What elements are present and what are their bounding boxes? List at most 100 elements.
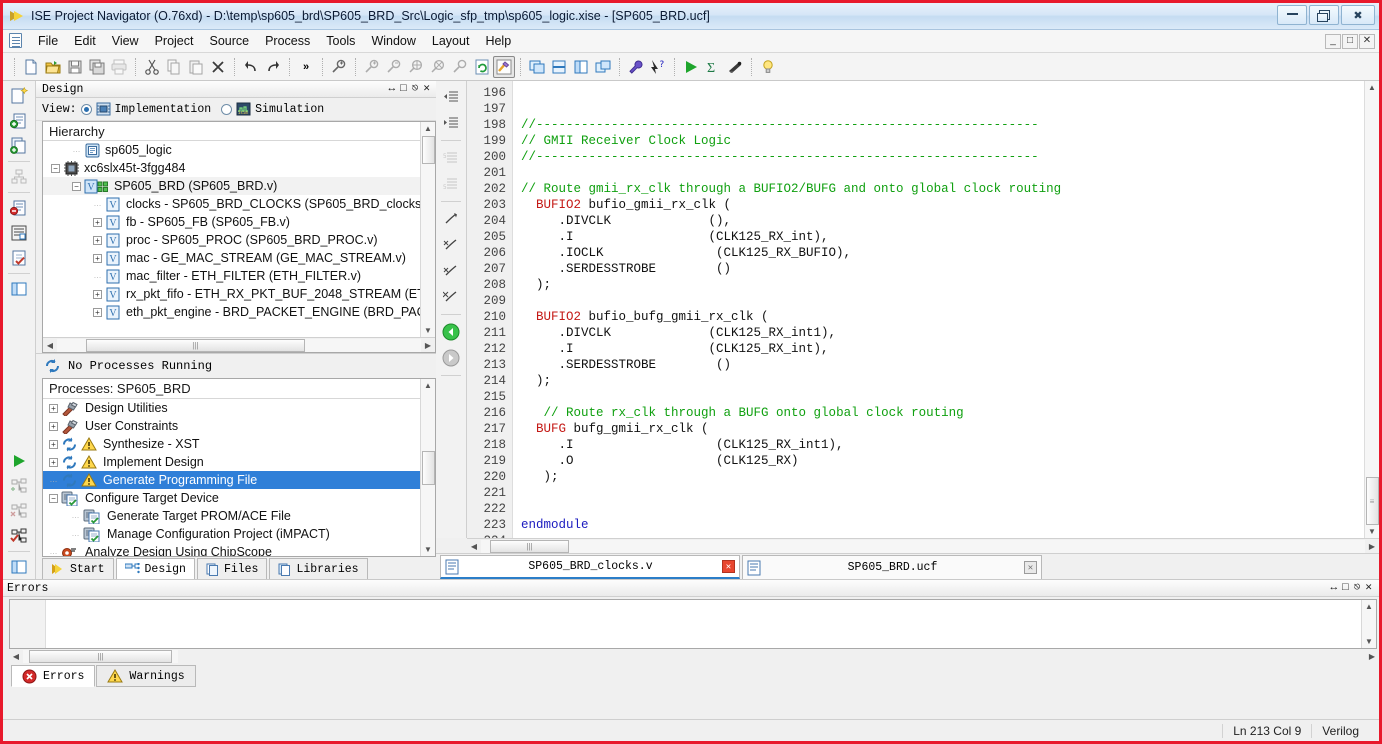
copy-icon[interactable]: [163, 56, 185, 78]
arrange-icon[interactable]: [592, 56, 614, 78]
menu-tools[interactable]: Tools: [318, 32, 363, 50]
hierarchy-item[interactable]: … sp605_logic: [43, 141, 420, 159]
hint-icon[interactable]: [757, 56, 779, 78]
save-icon[interactable]: [64, 56, 86, 78]
previous-bookmark-icon[interactable]: [439, 259, 463, 283]
indent-icon[interactable]: [439, 111, 463, 135]
processes-scroll-up-icon[interactable]: ▲: [422, 379, 435, 392]
refresh-icon[interactable]: [471, 56, 493, 78]
zoom-area-icon[interactable]: [449, 56, 471, 78]
tab-start[interactable]: Start: [42, 558, 114, 579]
menu-process[interactable]: Process: [257, 32, 318, 50]
process-item[interactable]: + Implement Design: [43, 453, 420, 471]
hierarchy-item[interactable]: + Vfb - SP605_FB (SP605_FB.v): [43, 213, 420, 231]
expander-minus-icon[interactable]: −: [72, 181, 81, 191]
hierarchy-vscrollbar[interactable]: ▲ ▼: [420, 122, 435, 337]
hierarchy-scroll-right-icon[interactable]: ▶: [421, 339, 435, 352]
zoom-out-icon[interactable]: [383, 56, 405, 78]
add-copy-source-icon[interactable]: [7, 134, 31, 158]
rerun-all-icon[interactable]: [7, 524, 31, 548]
errors-float-icon[interactable]: ↔: [1331, 582, 1338, 594]
close-tab-ucf-icon[interactable]: ✕: [1024, 561, 1037, 574]
errors-close-icon[interactable]: ✕: [1365, 582, 1372, 594]
tab-warnings[interactable]: Warnings: [96, 665, 196, 687]
errors-restore-icon[interactable]: ⎋: [1354, 582, 1361, 594]
add-process-icon[interactable]: [7, 474, 31, 498]
restore-button[interactable]: [1309, 5, 1339, 25]
process-item[interactable]: … Manage Configuration Project (iMPACT): [43, 525, 420, 543]
undo-icon[interactable]: [240, 56, 262, 78]
clear-bookmarks-icon[interactable]: [439, 285, 463, 309]
process-panel-icon[interactable]: [7, 555, 31, 579]
menu-view[interactable]: View: [104, 32, 147, 50]
expander-minus-icon[interactable]: −: [49, 493, 58, 503]
comment-icon[interactable]: 5: [439, 146, 463, 170]
minimize-button[interactable]: [1277, 5, 1307, 25]
next-bookmark-icon[interactable]: [439, 233, 463, 257]
hierarchy-scroll-down-icon[interactable]: ▼: [422, 324, 435, 337]
errors-scroll-down-icon[interactable]: ▼: [1363, 635, 1376, 648]
errors-maximize-icon[interactable]: □: [1342, 582, 1349, 594]
chipscope-icon[interactable]: [724, 56, 746, 78]
hierarchy-scroll-left-icon[interactable]: ◀: [43, 339, 57, 352]
print-icon[interactable]: [108, 56, 130, 78]
process-item[interactable]: … Generate Target PROM/ACE File: [43, 507, 420, 525]
save-all-icon[interactable]: [86, 56, 108, 78]
hierarchy-item[interactable]: − xc6slx45t-3fgg484: [43, 159, 420, 177]
expander-plus-icon[interactable]: +: [49, 439, 58, 449]
errors-hscroll-thumb[interactable]: |||: [29, 649, 172, 663]
editor-scroll-right-icon[interactable]: ▶: [1365, 540, 1379, 553]
run-process-icon[interactable]: [7, 449, 31, 473]
hierarchy-hscrollbar[interactable]: ◀ ||| ▶: [43, 337, 435, 352]
mdi-restore-button[interactable]: □: [1342, 33, 1358, 49]
menu-file[interactable]: File: [30, 32, 66, 50]
summary-icon[interactable]: Σ: [702, 56, 724, 78]
open-file-icon[interactable]: [42, 56, 64, 78]
radio-implementation[interactable]: [80, 103, 92, 115]
editor-hscroll-thumb[interactable]: |||: [489, 539, 570, 553]
more-icon[interactable]: »: [295, 56, 317, 78]
mdi-minimize-button[interactable]: _: [1325, 33, 1341, 49]
design-goals-icon[interactable]: [493, 55, 515, 78]
remove-process-icon[interactable]: [7, 499, 31, 523]
hierarchy-scroll-thumb[interactable]: [421, 136, 435, 164]
errors-vscrollbar[interactable]: ▲ ▼: [1361, 600, 1376, 648]
view-rtl-icon[interactable]: [7, 165, 31, 189]
tab-libraries[interactable]: Libraries: [269, 558, 368, 579]
new-source-icon[interactable]: [7, 84, 31, 108]
file-tab-ucf[interactable]: SP605_BRD.ucf ✕: [742, 555, 1042, 579]
errors-scroll-up-icon[interactable]: ▲: [1363, 600, 1376, 613]
expander-plus-icon[interactable]: +: [93, 217, 102, 227]
delete-icon[interactable]: [207, 56, 229, 78]
mdi-close-button[interactable]: ✕: [1359, 33, 1375, 49]
process-item[interactable]: + Design Utilities: [43, 399, 420, 417]
menu-project[interactable]: Project: [147, 32, 202, 50]
paste-icon[interactable]: [185, 56, 207, 78]
process-properties-icon[interactable]: [625, 56, 647, 78]
process-item[interactable]: + Synthesize - XST: [43, 435, 420, 453]
close-tab-clocks-v-icon[interactable]: ✕: [722, 560, 735, 573]
hierarchy-item[interactable]: − V SP605_BRD (SP605_BRD.v): [43, 177, 420, 195]
file-tab-clocks-v[interactable]: SP605_BRD_clocks.v ✕: [440, 555, 740, 579]
errors-hscrollbar[interactable]: ◀ ||| ▶: [9, 649, 1379, 663]
hierarchy-item[interactable]: … Vclocks - SP605_BRD_CLOCKS (SP605_BRD_c…: [43, 195, 420, 213]
hierarchy-item[interactable]: + Vmac - GE_MAC_STREAM (GE_MAC_STREAM.v): [43, 249, 420, 267]
expander-plus-icon[interactable]: +: [49, 421, 58, 431]
editor-vscrollbar[interactable]: ▲ ≡ ▼: [1364, 81, 1379, 538]
uncomment-icon[interactable]: 5: [439, 172, 463, 196]
zoom-selection-icon[interactable]: [427, 56, 449, 78]
code-editor[interactable]: 196 197 198 199 200 201 202 203 204 205 206 207 208 2…: [467, 81, 1379, 538]
menu-help[interactable]: Help: [477, 32, 519, 50]
check-syntax-icon[interactable]: [7, 246, 31, 270]
run-icon[interactable]: [680, 56, 702, 78]
maximize-panel-icon[interactable]: □: [400, 83, 407, 95]
expander-minus-icon[interactable]: −: [51, 163, 60, 173]
menu-edit[interactable]: Edit: [66, 32, 104, 50]
editor-scroll-thumb[interactable]: ≡: [1365, 477, 1379, 525]
editor-scroll-down-icon[interactable]: ▼: [1366, 525, 1379, 538]
hierarchy-item[interactable]: + Vrx_pkt_fifo - ETH_RX_PKT_BUF_2048_STRE…: [43, 285, 420, 303]
errors-scroll-right-icon[interactable]: ▶: [1365, 650, 1379, 663]
new-file-icon[interactable]: [20, 56, 42, 78]
editor-hscrollbar[interactable]: ◀ ||| ▶: [467, 538, 1379, 553]
zoom-in-icon[interactable]: [361, 56, 383, 78]
